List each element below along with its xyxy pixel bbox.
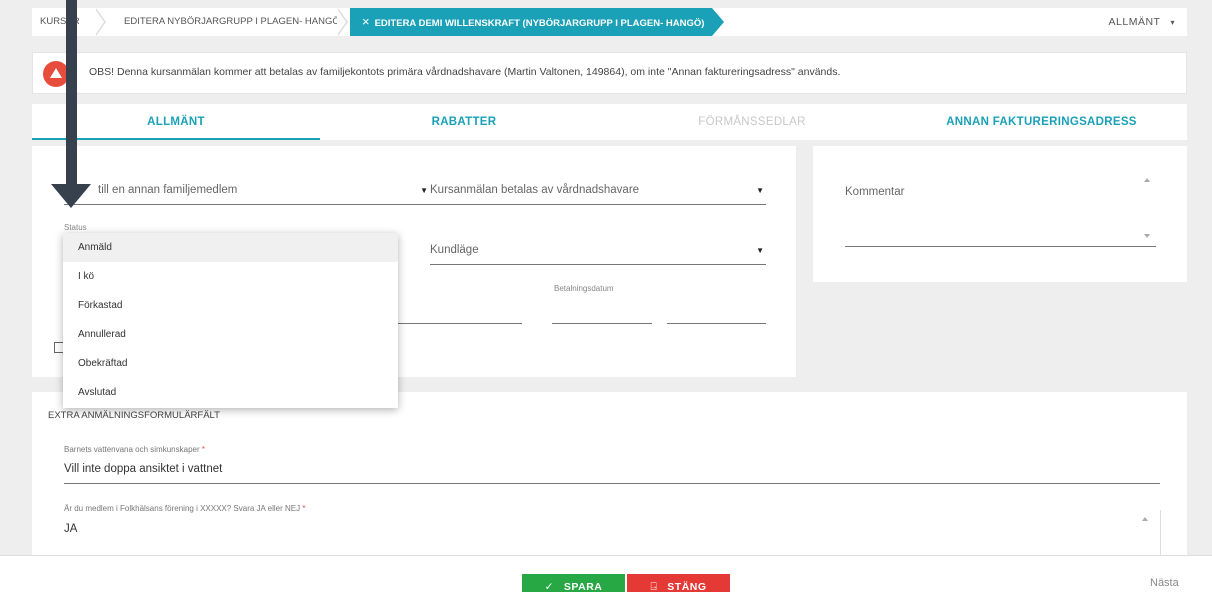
required-star: * <box>201 445 205 454</box>
status-option[interactable]: Anmäld <box>63 233 398 262</box>
question-1-value: Vill inte doppa ansiktet i vattnet <box>64 463 223 475</box>
payer-value: Kursanmälan betalas av vårdnadshavare <box>430 184 640 196</box>
payment-date-label: Betalningsdatum <box>554 284 614 293</box>
status-dropdown-menu: Anmäld I kö Förkastad Annullerad Obekräf… <box>63 233 398 408</box>
question-2-text: Är du medlem i Folkhälsans förening i XX… <box>64 504 301 513</box>
breadcrumb-item-group[interactable]: EDITERA NYBÖRJARGRUPP I PLAGEN- HANGÖ <box>124 8 340 36</box>
tab-discounts[interactable]: RABATTER <box>320 104 608 140</box>
payer-select[interactable]: Kursanmälan betalas av vårdnadshavare ▼ <box>430 170 766 205</box>
scroll-down-icon[interactable] <box>1144 234 1150 238</box>
breadcrumb-current-label: EDITERA DEMI WILLENSKRAFT (NYBÖRJARGRUPP… <box>374 18 705 29</box>
date-field[interactable] <box>398 296 522 324</box>
family-member-select[interactable]: till en annan familjemedlem ▼ <box>64 170 430 205</box>
alert-message: OBS! Denna kursanmälan kommer att betala… <box>89 66 841 78</box>
save-button[interactable]: ✓ SPARA <box>522 574 625 592</box>
status-option[interactable]: I kö <box>63 262 398 291</box>
required-star: * <box>302 504 306 513</box>
question-1-label: Barnets vattenvana och simkunskaper * <box>64 445 205 454</box>
family-member-value: till en annan familjemedlem <box>98 184 238 196</box>
exit-icon: ⍈ <box>650 581 658 592</box>
dropdown-arrow-icon: ▼ <box>756 186 764 195</box>
close-button[interactable]: ⍈ STÄNG <box>627 574 730 592</box>
close-label: STÄNG <box>667 581 707 592</box>
question-1-text: Barnets vattenvana och simkunskaper <box>64 445 200 454</box>
payment-time-field[interactable] <box>667 296 766 324</box>
customer-mode-value: Kundläge <box>430 244 479 256</box>
scroll-up-icon[interactable] <box>1142 517 1148 521</box>
status-label: Status <box>64 223 87 232</box>
section-menu-label: ALLMÄNT <box>1108 16 1161 28</box>
breadcrumb-separator <box>337 8 348 36</box>
question-1-input[interactable]: Vill inte doppa ansiktet i vattnet <box>64 456 1160 484</box>
status-option[interactable]: Avslutad <box>63 378 398 407</box>
annotation-arrow-head <box>51 184 91 208</box>
footer-bar: ✓ SPARA ⍈ STÄNG Nästa <box>0 555 1212 592</box>
breadcrumb-separator <box>95 8 106 36</box>
question-2-label: Är du medlem i Folkhälsans förening i XX… <box>64 504 305 513</box>
status-option[interactable]: Annullerad <box>63 320 398 349</box>
save-label: SPARA <box>563 581 603 592</box>
status-option[interactable]: Obekräftad <box>63 349 398 378</box>
tab-other-billing-address[interactable]: ANNAN FAKTURERINGSADRESS <box>896 104 1187 140</box>
question-2-value[interactable]: JA <box>64 523 77 535</box>
breadcrumb-item-current[interactable]: × EDITERA DEMI WILLENSKRAFT (NYBÖRJARGRUP… <box>350 8 724 36</box>
tab-bar: ALLMÄNT RABATTER FÖRMÅNSSEDLAR ANNAN FAK… <box>32 104 1187 140</box>
close-icon[interactable]: × <box>362 14 370 29</box>
customer-mode-select[interactable]: Kundläge ▼ <box>430 230 766 265</box>
comment-placeholder: Kommentar <box>845 186 905 198</box>
dropdown-arrow-icon: ▼ <box>420 186 428 195</box>
annotation-arrow-shaft <box>66 0 77 188</box>
payment-date-field[interactable] <box>552 296 652 324</box>
breadcrumb: KURSER EDITERA NYBÖRJARGRUPP I PLAGEN- H… <box>32 8 1187 36</box>
comment-card: Kommentar <box>813 146 1187 282</box>
dropdown-arrow-icon: ▼ <box>756 246 764 255</box>
tab-vouchers: FÖRMÅNSSEDLAR <box>698 116 806 128</box>
comment-textarea[interactable]: Kommentar <box>845 170 1156 247</box>
textarea-edge <box>1160 510 1161 558</box>
section-menu[interactable]: ALLMÄNT ▾ <box>1109 8 1175 36</box>
checkmark-icon: ✓ <box>544 581 554 592</box>
status-option[interactable]: Förkastad <box>63 291 398 320</box>
scroll-up-icon[interactable] <box>1144 178 1150 182</box>
billing-alert: OBS! Denna kursanmälan kommer att betala… <box>32 52 1187 94</box>
next-link[interactable]: Nästa <box>1150 577 1179 589</box>
chevron-down-icon: ▾ <box>1170 18 1175 27</box>
extra-fields-title: EXTRA ANMÄLNINGSFORMULÄRFÄLT <box>48 410 220 421</box>
